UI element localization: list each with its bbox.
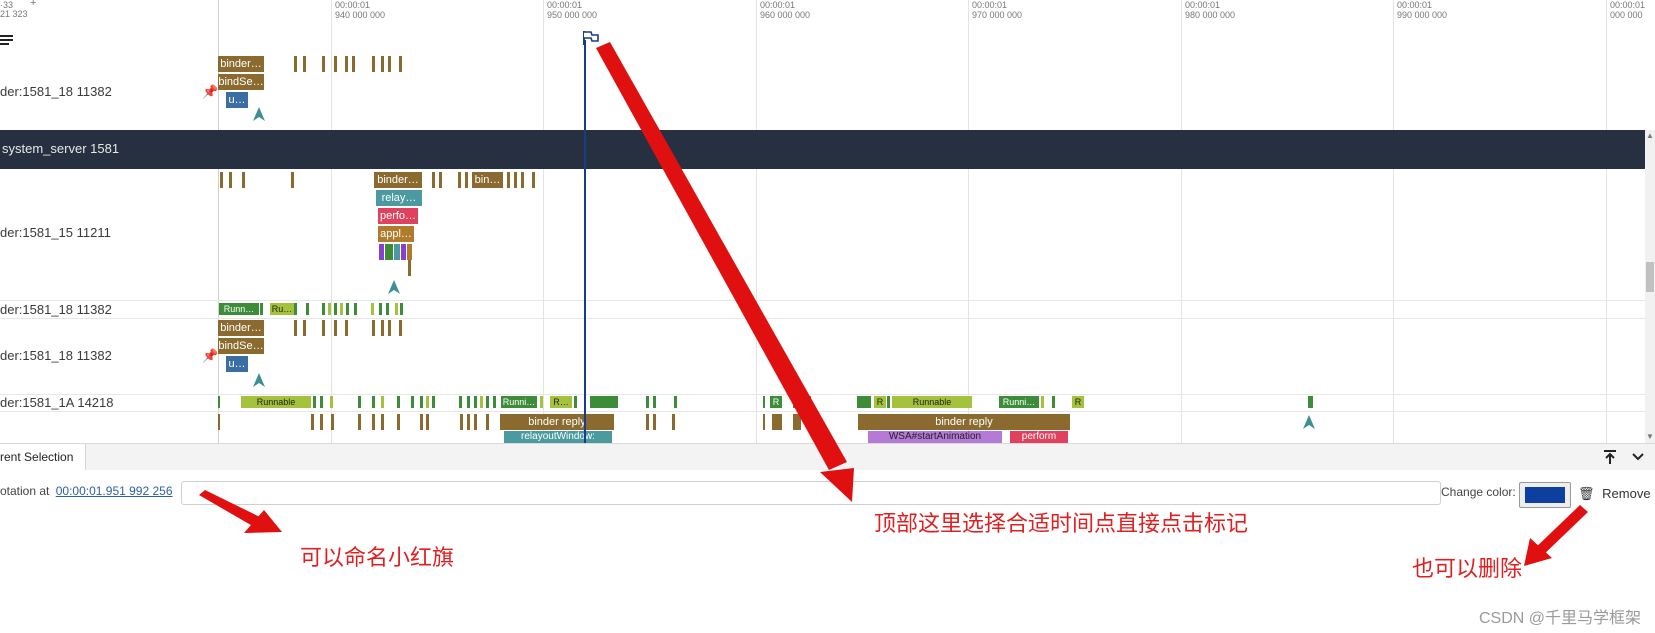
callout-name: 可以命名小红旗: [300, 545, 455, 570]
watermark: CSDN @千里马学框架: [1478, 610, 1641, 627]
annotation-arrows: [199, 42, 1588, 566]
callout-delete: 也可以删除: [1412, 556, 1523, 581]
callout-top: 顶部这里选择合适时间点直接点击标记: [874, 511, 1249, 536]
